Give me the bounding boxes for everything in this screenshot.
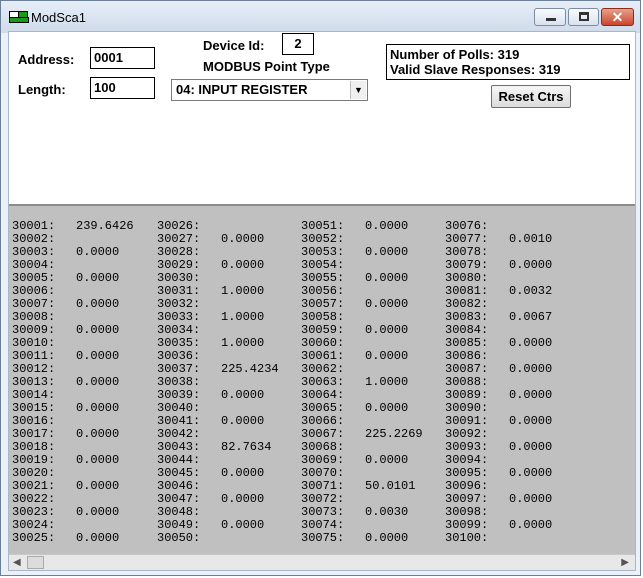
register-value: 1.0000: [221, 336, 265, 350]
register-value: 0.0000: [509, 362, 553, 376]
scroll-right-icon[interactable]: ▶: [621, 557, 629, 568]
client-area: Address: 0001 Length: 100 Device Id: 2 M…: [8, 31, 636, 571]
device-id-input[interactable]: 2: [282, 33, 314, 55]
valid-slave-responses: Valid Slave Responses: 319: [390, 62, 561, 77]
register-value: 0.0000: [76, 375, 120, 389]
register-value: 0.0000: [509, 258, 553, 272]
register-column-1: 30001: 239.6426 30002: 30003: 0.0000 30004: 30…: [12, 220, 134, 545]
register-row: 30025: 0.0000: [12, 532, 134, 545]
register-value: 0.0000: [509, 336, 553, 350]
register-value: 82.7634: [221, 440, 272, 454]
register-value: 0.0000: [76, 349, 120, 363]
register-address: 30075:: [301, 531, 345, 545]
register-value: 0.0000: [76, 453, 120, 467]
horizontal-scrollbar[interactable]: ◀ ▶: [9, 554, 635, 570]
register-value: 0.0000: [509, 440, 553, 454]
scroll-thumb[interactable]: [27, 556, 44, 569]
register-value: 0.0000: [221, 258, 265, 272]
maximize-icon: [579, 12, 589, 21]
register-value: 0.0000: [509, 518, 553, 532]
close-button[interactable]: ✕: [601, 8, 634, 26]
register-row: 30100:: [445, 532, 552, 545]
close-icon: ✕: [611, 9, 624, 25]
register-value: 0.0000: [365, 349, 409, 363]
register-value: 0.0030: [365, 505, 409, 519]
register-value: 0.0000: [221, 414, 265, 428]
register-value: 0.0000: [365, 531, 409, 545]
point-type-label: MODBUS Point Type: [203, 59, 330, 74]
register-value: 1.0000: [221, 310, 265, 324]
register-value: 0.0000: [76, 479, 120, 493]
register-value: 0.0000: [365, 271, 409, 285]
point-type-select[interactable]: 04: INPUT REGISTER ▼: [171, 79, 368, 101]
number-of-polls: Number of Polls: 319: [390, 47, 520, 62]
register-column-4: 30076: 30077: 0.0010 30078: 30079: 0.0000 3008…: [445, 220, 552, 545]
device-id-label: Device Id:: [203, 38, 265, 53]
register-value: 0.0000: [365, 323, 409, 337]
modscan-window: ModSca1 ✕ Address: 0001 Length: 100 Devi…: [0, 0, 641, 576]
register-value: 0.0000: [76, 271, 120, 285]
register-value: 0.0000: [221, 388, 265, 402]
register-value: 0.0000: [365, 401, 409, 415]
register-column-3: 30051: 0.0000 30052: 30053: 0.0000 30054: 3005…: [301, 220, 423, 545]
register-value: 0.0000: [76, 531, 120, 545]
minimize-button[interactable]: [534, 8, 566, 26]
reset-ctrs-button[interactable]: Reset Ctrs: [491, 85, 571, 108]
title-bar[interactable]: ModSca1 ✕: [1, 1, 640, 33]
address-label: Address:: [18, 52, 75, 67]
register-value: 0.0000: [221, 232, 265, 246]
register-value: 0.0000: [221, 466, 265, 480]
register-value: 0.0000: [509, 388, 553, 402]
register-value: 50.0101: [365, 479, 416, 493]
register-value: 0.0032: [509, 284, 553, 298]
register-value: 0.0000: [509, 414, 553, 428]
dropdown-arrow-icon[interactable]: ▼: [350, 81, 366, 99]
register-value: 1.0000: [365, 375, 409, 389]
register-value: 225.4234: [221, 362, 279, 376]
register-value: 0.0000: [221, 518, 265, 532]
register-value: 0.0000: [76, 245, 120, 259]
window-title: ModSca1: [31, 10, 86, 25]
register-value: 0.0000: [76, 505, 120, 519]
register-row: 30075: 0.0000: [301, 532, 423, 545]
register-value: 0.0000: [365, 245, 409, 259]
register-value: 239.6426: [76, 219, 134, 233]
register-value: 0.0010: [509, 232, 553, 246]
register-address: 30050:: [157, 531, 201, 545]
register-value: 0.0000: [76, 297, 120, 311]
poll-stats-box: Number of Polls: 319 Valid Slave Respons…: [386, 44, 630, 80]
length-label: Length:: [18, 82, 66, 97]
register-value: 0.0000: [365, 219, 409, 233]
register-value: 0.0000: [76, 323, 120, 337]
register-row: 30050:: [157, 532, 279, 545]
register-address: 30025:: [12, 531, 56, 545]
register-value: 0.0000: [76, 427, 120, 441]
register-data-area: 30001: 239.6426 30002: 30003: 0.0000 30004: 30…: [9, 204, 635, 554]
register-value: 0.0000: [76, 401, 120, 415]
maximize-button[interactable]: [568, 8, 599, 26]
scroll-left-icon[interactable]: ◀: [13, 557, 21, 568]
address-input[interactable]: 0001: [90, 47, 155, 69]
register-value: 0.0000: [365, 297, 409, 311]
app-icon: [9, 11, 29, 23]
length-input[interactable]: 100: [90, 77, 155, 99]
register-value: 0.0000: [365, 453, 409, 467]
register-value: 225.2269: [365, 427, 423, 441]
register-value: 1.0000: [221, 284, 265, 298]
register-column-2: 30026: 30027: 0.0000 30028: 30029: 0.0000 3003…: [157, 220, 279, 545]
register-value: 0.0000: [509, 492, 553, 506]
register-address: 30100:: [445, 531, 489, 545]
minimize-icon: [546, 18, 556, 21]
point-type-value: 04: INPUT REGISTER: [176, 82, 308, 97]
register-value: 0.0067: [509, 310, 553, 324]
register-value: 0.0000: [221, 492, 265, 506]
register-value: 0.0000: [509, 466, 553, 480]
